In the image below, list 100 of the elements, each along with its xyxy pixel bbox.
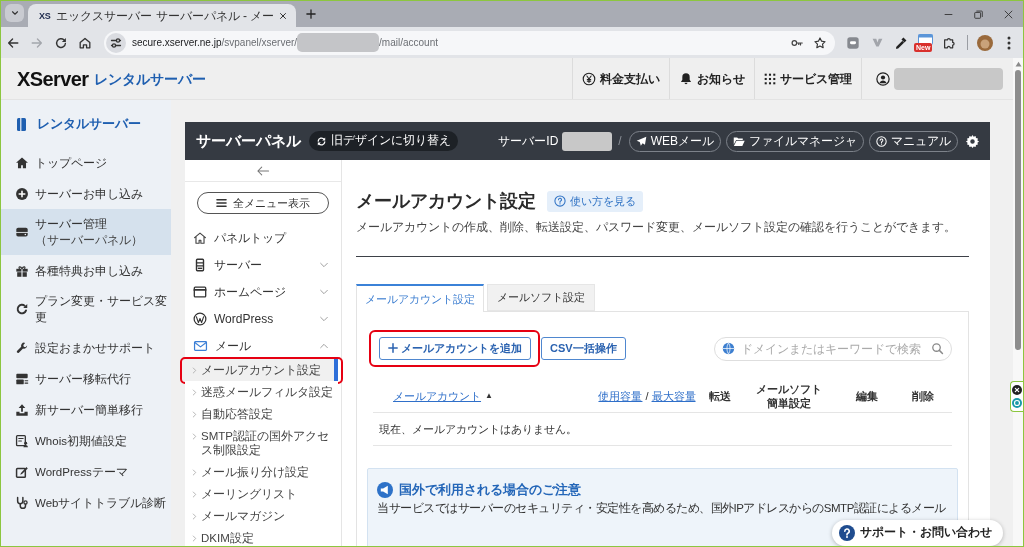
site-info-icon[interactable] [106, 32, 126, 53]
page-title: メールアカウント設定 [356, 190, 536, 213]
chevron-right-icon [192, 367, 197, 374]
search-field[interactable]: ドメインまたはキーワードで検索 [714, 337, 952, 361]
sidebar-item[interactable]: サーバー管理 （サーバーパネル） [1, 209, 171, 255]
scroll-up-icon[interactable] [1014, 61, 1022, 67]
more-icon[interactable] [1007, 35, 1011, 50]
grid-icon [764, 72, 776, 85]
logo-text: レンタルサーバー [94, 70, 207, 89]
puzzle-icon[interactable] [942, 35, 956, 50]
sidebar-item[interactable]: Webサイトトラブル診断 [1, 487, 171, 518]
window-icon [193, 284, 207, 299]
server-icon [15, 371, 29, 386]
sidebar-title: レンタルサーバー [37, 115, 141, 134]
sidebar-item[interactable]: 新サーバー簡単移行 [1, 394, 171, 425]
upload-icon [15, 402, 29, 417]
notice-text: 当サービスではサーバーのセキュリティ・安定性を高めるため、国外IPアドレスからのSMTP認証によるメール [377, 501, 946, 516]
folder-icon [733, 135, 745, 147]
home-icon[interactable] [78, 35, 92, 50]
column-link[interactable]: 最大容量 [651, 387, 696, 405]
sidebar-item[interactable]: サーバー移転代行 [1, 363, 171, 394]
sidebar-item[interactable]: WordPressテーマ [1, 456, 171, 487]
nav-link[interactable]: お知らせ [669, 58, 754, 99]
server-id-label: サーバーID [498, 133, 559, 150]
globe-icon [722, 341, 735, 355]
menu-item[interactable]: ホームページ [185, 278, 341, 305]
url-text: /mail/account [379, 36, 438, 50]
stethoscope-icon [15, 495, 29, 510]
rounded-square-icon[interactable] [846, 35, 860, 50]
megaphone-icon [377, 482, 393, 498]
plus-icon [388, 343, 398, 353]
form-icon [15, 433, 29, 448]
gift-icon [15, 263, 29, 278]
settings-icon[interactable] [965, 133, 980, 149]
close-icon[interactable] [1012, 385, 1022, 395]
favicon: XS [39, 9, 51, 22]
sort-link[interactable]: メールアカウント [393, 387, 482, 405]
reload-icon [15, 302, 29, 316]
circle-logo-icon [193, 311, 207, 326]
chevron-right-icon [192, 491, 197, 498]
menu-item[interactable]: サーバー [185, 251, 341, 278]
sidebar-item[interactable]: プラン変更・サービス変更 [1, 286, 171, 332]
help-icon [876, 135, 887, 147]
tab[interactable]: メールソフト設定 [487, 284, 595, 311]
empty-message: 現在、メールアカウントはありません。 [379, 421, 577, 437]
nav-link[interactable]: 料金支払い [572, 58, 669, 99]
chevron-down-icon [9, 8, 20, 18]
drive-icon [15, 225, 29, 239]
restore-icon[interactable] [972, 8, 984, 20]
submenu-item[interactable]: メールアカウント設定 [185, 359, 338, 381]
refresh-icon [316, 135, 327, 147]
separator-text: / [645, 388, 649, 404]
menu-item[interactable]: WordPress [185, 305, 341, 332]
new-tab-icon[interactable] [305, 8, 317, 20]
separator-text: / [618, 133, 622, 150]
menu-item[interactable]: パネルトップ [185, 224, 341, 251]
sidebar-item[interactable]: 各種特典お申し込み [1, 255, 171, 286]
reload-icon[interactable] [54, 35, 68, 50]
search-icon[interactable] [931, 341, 944, 355]
sidebar-item[interactable]: サーバーお申し込み [1, 178, 171, 209]
mail-icon [193, 338, 208, 353]
design-switch-button[interactable]: 旧デザインに切り替え [309, 131, 458, 151]
action-button[interactable]: メールアカウントを追加 [379, 336, 531, 360]
chevron-right-icon [192, 411, 197, 418]
nav-link[interactable]: サービス管理 [754, 58, 861, 99]
sidebar-item[interactable]: トップページ [1, 147, 171, 178]
chevron-right-icon [192, 513, 197, 520]
column-link[interactable]: 使用容量 [598, 387, 643, 405]
tab-list-button[interactable] [5, 4, 24, 22]
send-icon [635, 135, 647, 147]
tab[interactable]: メールアカウント設定 [356, 284, 484, 312]
url-text: secure.xserver.ne.jp/svpanel/xserver/ [132, 36, 298, 50]
support-button[interactable]: サポート・お問い合わせ [832, 520, 1003, 546]
help-icon [839, 525, 855, 541]
chevron-right-icon [192, 535, 197, 542]
chevron-right-icon [192, 389, 197, 396]
yen-icon [582, 71, 596, 86]
sidebar-item[interactable]: Whois初期値設定 [1, 425, 171, 456]
page-description: メールアカウントの作成、削除、転送設定、パスワード変更、メールソフト設定の確認を行うことができます。 [356, 219, 956, 235]
back-icon[interactable] [6, 35, 20, 50]
chevron-right-icon [192, 433, 197, 440]
menu-icon [216, 198, 227, 208]
star-icon[interactable] [813, 35, 827, 50]
avatar-icon[interactable] [977, 34, 993, 51]
plus-circle-icon [15, 186, 29, 201]
logo-wordmark: XServer [17, 66, 89, 92]
user-icon[interactable] [876, 71, 890, 86]
eyedropper-icon[interactable] [894, 35, 908, 50]
scrollbar-thumb[interactable] [1015, 70, 1021, 350]
address-bar[interactable]: secure.xserver.ne.jp/svpanel/xserver/ /mail/account [104, 30, 835, 55]
close-icon[interactable] [278, 10, 288, 21]
browser-tab[interactable]: XS エックスサーバー サーバーパネル - メー [28, 4, 296, 27]
column-header: 編集 [855, 389, 878, 403]
book-icon [17, 117, 26, 131]
back-arrow-icon[interactable] [256, 164, 270, 177]
menu-item[interactable]: メール [185, 332, 341, 359]
help-link[interactable]: 使い方を見る [547, 190, 643, 212]
sidebar-item[interactable]: 設定おまかせサポート [1, 332, 171, 363]
action-button[interactable]: CSV一括操作 [541, 336, 626, 360]
notice-title: 国外で利用される場合のご注意 [399, 481, 581, 500]
